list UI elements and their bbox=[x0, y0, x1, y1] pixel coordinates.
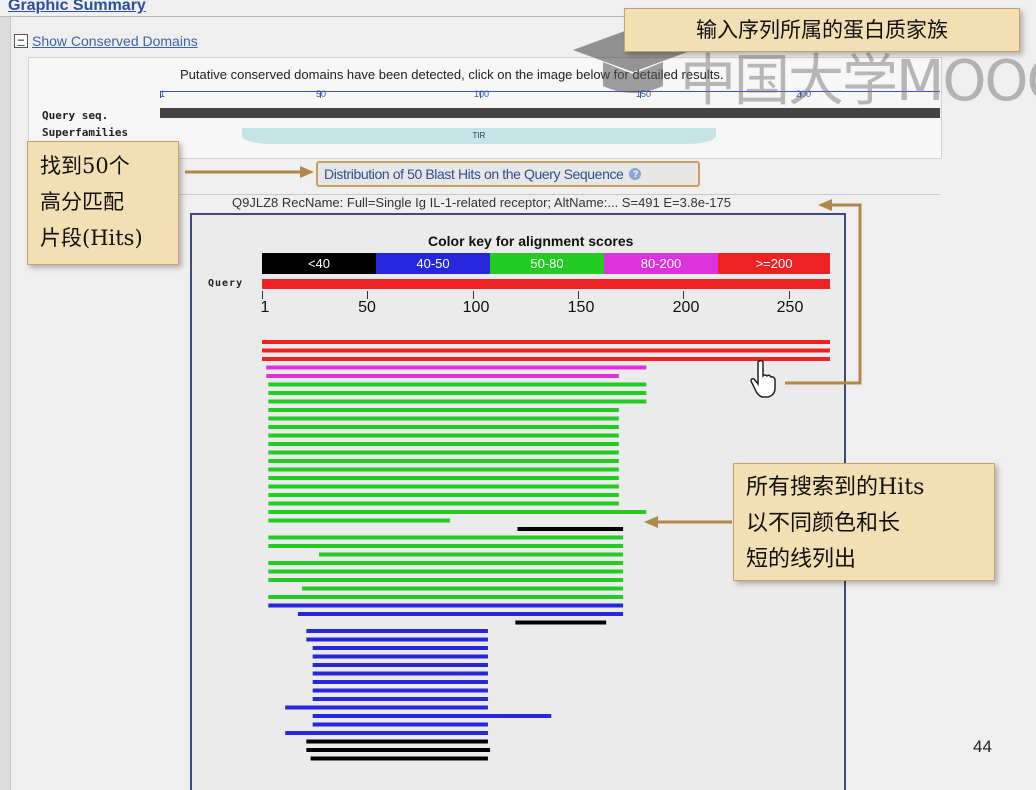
domain-scale-label: 1 bbox=[160, 89, 166, 99]
axis-label: 50 bbox=[358, 299, 376, 316]
color-key-40-50: 40-50 bbox=[376, 253, 490, 274]
axis-tick bbox=[367, 291, 368, 299]
graphic-summary-heading[interactable]: Graphic Summary bbox=[8, 0, 146, 15]
left-margin-strip bbox=[0, 16, 11, 790]
hand-cursor-icon bbox=[750, 359, 776, 398]
color-key-title: Color key for alignment scores bbox=[428, 233, 634, 249]
axis-tick bbox=[789, 291, 790, 299]
domain-scale-label: 100 bbox=[474, 89, 490, 99]
hit-description-line: Q9JLZ8 RecName: Full=Single Ig IL-1-rela… bbox=[232, 195, 731, 210]
domain-scale-label: 50 bbox=[316, 89, 327, 99]
superfamilies-label: Superfamilies bbox=[42, 126, 129, 139]
slide-page-number: 44 bbox=[973, 737, 992, 756]
axis-label: 250 bbox=[776, 299, 804, 316]
annotation-line: 高分匹配 bbox=[40, 190, 124, 214]
distribution-title: Distribution of 50 Blast Hits on the Que… bbox=[316, 161, 700, 187]
axis-label: 1 bbox=[260, 299, 270, 316]
annotation-hits-found: 找到50个 高分匹配 片段(Hits) bbox=[27, 141, 179, 265]
show-conserved-domains-toggle[interactable]: − Show Conserved Domains bbox=[14, 33, 198, 49]
annotation-line: 片段(Hits) bbox=[40, 226, 143, 250]
color-key-gte200: >=200 bbox=[718, 253, 830, 274]
annotation-line: 找到50个 bbox=[40, 154, 130, 178]
query-seq-label: Query seq. bbox=[42, 109, 109, 122]
color-key-50-80: 50-80 bbox=[490, 253, 604, 274]
axis-tick bbox=[578, 291, 579, 299]
axis-label: 100 bbox=[462, 299, 490, 316]
query-label: Query bbox=[208, 278, 244, 289]
help-icon[interactable]: ? bbox=[629, 168, 642, 180]
show-conserved-domains-link[interactable]: Show Conserved Domains bbox=[32, 33, 198, 49]
query-track bbox=[262, 279, 830, 289]
axis-label: 200 bbox=[672, 299, 700, 316]
annotation-line: 所有搜索到的Hits bbox=[746, 475, 925, 500]
tir-domain-bar[interactable]: TIR bbox=[242, 128, 716, 144]
annotation-protein-family: 输入序列所属的蛋白质家族 bbox=[624, 8, 1020, 52]
collapse-icon[interactable]: − bbox=[14, 34, 28, 48]
distribution-title-text: Distribution of 50 Blast Hits on the Que… bbox=[324, 166, 624, 182]
axis-label: 150 bbox=[567, 299, 595, 316]
axis-tick bbox=[473, 291, 474, 299]
annotation-line: 短的线列出 bbox=[746, 547, 857, 572]
color-key-lt40: <40 bbox=[262, 253, 376, 274]
annotation-hit-colors: 所有搜索到的Hits 以不同颜色和长 短的线列出 bbox=[733, 463, 995, 581]
axis-tick bbox=[262, 291, 263, 299]
color-key-80-200: 80-200 bbox=[604, 253, 718, 274]
annotation-line: 以不同颜色和长 bbox=[746, 511, 901, 536]
axis-tick bbox=[683, 291, 684, 299]
